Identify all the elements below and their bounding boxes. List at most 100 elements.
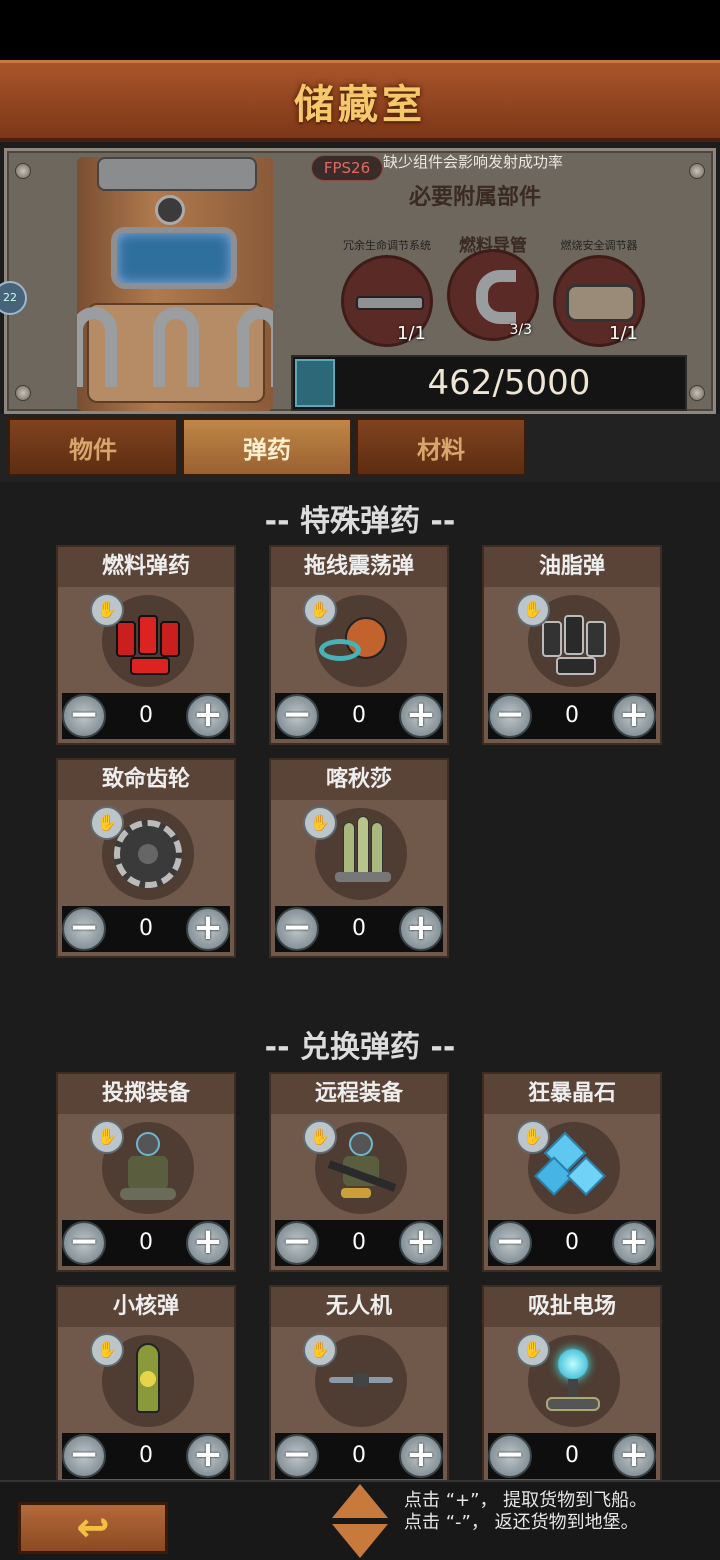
quantity-stepper: − 0 + — [488, 1220, 656, 1266]
section-exchange-ammo: -- 兑换弹药 -- — [264, 1030, 456, 1065]
capacity-text: 462/5000 — [427, 363, 591, 403]
quantity-stepper: − 0 + — [488, 1433, 656, 1479]
ammo-card: 投掷装备 ✋ − 0 + — [56, 1072, 236, 1272]
minus-button[interactable]: − — [275, 1221, 319, 1265]
lock-icon[interactable]: ✋ — [516, 593, 550, 627]
plus-button[interactable]: + — [612, 1434, 656, 1478]
required-parts-title: 必要附属部件 — [409, 185, 542, 210]
plus-button[interactable]: + — [186, 694, 230, 738]
lock-icon[interactable]: ✋ — [516, 1120, 550, 1154]
part-burn-regulator[interactable]: 燃烧安全调节器 1/1 — [549, 237, 649, 347]
ammo-name: 远程装备 — [271, 1074, 447, 1114]
status-bar — [0, 0, 720, 60]
quantity-value: 0 — [352, 916, 366, 941]
ammo-card: 狂暴晶石 ✋ − 0 + — [482, 1072, 662, 1272]
lock-icon[interactable]: ✋ — [90, 1120, 124, 1154]
quantity-value: 0 — [139, 1443, 153, 1468]
minus-button[interactable]: − — [275, 694, 319, 738]
plus-button[interactable]: + — [399, 907, 443, 951]
capacity-fill — [295, 359, 335, 407]
part-life-regulator[interactable]: 冗余生命调节系统 1/1 — [337, 237, 437, 347]
rocket-panel: 22 FPS26 缺少组件会影响发射成功率 必要附属部件 冗余生命调节系统 1/… — [0, 148, 716, 414]
screw-icon — [689, 385, 705, 401]
quantity-value: 0 — [352, 1443, 366, 1468]
minus-button[interactable]: − — [62, 1434, 106, 1478]
quantity-value: 0 — [565, 1443, 579, 1468]
ammo-card: 燃料弹药 ✋ − 0 + — [56, 545, 236, 745]
tab-bar: 物件 弹药 材料 — [0, 414, 720, 482]
capacity-bar: 462/5000 — [291, 355, 687, 411]
ammo-name: 狂暴晶石 — [484, 1074, 660, 1114]
back-button[interactable]: ↩ — [18, 1502, 168, 1554]
plus-button[interactable]: + — [612, 1221, 656, 1265]
lock-icon[interactable]: ✋ — [303, 1333, 337, 1367]
minus-button[interactable]: − — [488, 1434, 532, 1478]
screw-icon — [689, 163, 705, 179]
quantity-stepper: − 0 + — [488, 693, 656, 739]
ammo-card: 拖线震荡弹 ✋ − 0 + — [269, 545, 449, 745]
ammo-name: 吸扯电场 — [484, 1287, 660, 1327]
screw-icon — [15, 163, 31, 179]
rocket-tank-image — [77, 157, 273, 411]
launch-hint: 缺少组件会影响发射成功率 — [383, 153, 564, 171]
ammo-name: 喀秋莎 — [271, 760, 447, 800]
plus-button[interactable]: + — [399, 1434, 443, 1478]
quantity-stepper: − 0 + — [275, 1220, 443, 1266]
regulator-lid-icon — [566, 284, 636, 322]
tab-items[interactable]: 物件 — [8, 418, 178, 476]
elbow-pipe-icon — [476, 270, 516, 324]
tab-ammo[interactable]: 弹药 — [182, 418, 352, 476]
ammo-card: 远程装备 ✋ − 0 + — [269, 1072, 449, 1272]
minus-button[interactable]: − — [275, 907, 319, 951]
title-bar: 储藏室 — [0, 60, 720, 142]
scroll-arrows[interactable] — [332, 1484, 388, 1560]
part-count: 1/1 — [397, 323, 426, 344]
fps-counter: FPS26 — [311, 155, 383, 181]
ammo-card: 喀秋莎 ✋ − 0 + — [269, 758, 449, 958]
minus-button[interactable]: − — [488, 694, 532, 738]
minus-button[interactable]: − — [275, 1434, 319, 1478]
minus-button[interactable]: − — [62, 694, 106, 738]
plus-button[interactable]: + — [186, 907, 230, 951]
lock-icon[interactable]: ✋ — [90, 806, 124, 840]
quantity-value: 0 — [565, 703, 579, 728]
pipe-bar-icon — [356, 296, 424, 310]
plus-button[interactable]: + — [399, 694, 443, 738]
quantity-stepper: − 0 + — [275, 1433, 443, 1479]
quantity-value: 0 — [565, 1230, 579, 1255]
minus-button[interactable]: − — [62, 1221, 106, 1265]
side-badge[interactable]: 22 — [0, 281, 27, 315]
quantity-value: 0 — [352, 1230, 366, 1255]
quantity-value: 0 — [352, 703, 366, 728]
ammo-name: 无人机 — [271, 1287, 447, 1327]
section-special-ammo: -- 特殊弹药 -- — [264, 504, 456, 539]
arrow-up-icon[interactable] — [332, 1484, 388, 1518]
lock-icon[interactable]: ✋ — [90, 1333, 124, 1367]
lock-icon[interactable]: ✋ — [516, 1333, 550, 1367]
back-arrow-icon: ↩ — [76, 1505, 110, 1551]
minus-button[interactable]: − — [62, 907, 106, 951]
ammo-name: 油脂弹 — [484, 547, 660, 587]
quantity-stepper: − 0 + — [62, 1220, 230, 1266]
tab-materials[interactable]: 材料 — [356, 418, 526, 476]
ammo-name: 小核弹 — [58, 1287, 234, 1327]
lock-icon[interactable]: ✋ — [303, 806, 337, 840]
part-fuel-pipe[interactable]: 燃料导管 3/3 — [443, 236, 543, 341]
ammo-card: 致命齿轮 ✋ − 0 + — [56, 758, 236, 958]
plus-button[interactable]: + — [399, 1221, 443, 1265]
ammo-card: 油脂弹 ✋ − 0 + — [482, 545, 662, 745]
bottom-bar: ↩ 点击 “+”， 提取货物到飞船。 点击 “-”， 返还货物到地堡。 — [0, 1480, 720, 1560]
quantity-stepper: − 0 + — [62, 906, 230, 952]
plus-button[interactable]: + — [612, 694, 656, 738]
lock-icon[interactable]: ✋ — [303, 593, 337, 627]
ammo-name: 投掷装备 — [58, 1074, 234, 1114]
lock-icon[interactable]: ✋ — [90, 593, 124, 627]
arrow-down-icon[interactable] — [332, 1524, 388, 1558]
part-count: 1/1 — [609, 323, 638, 344]
lock-icon[interactable]: ✋ — [303, 1120, 337, 1154]
quantity-stepper: − 0 + — [62, 1433, 230, 1479]
ammo-card: 吸扯电场 ✋ − 0 + — [482, 1285, 662, 1485]
plus-button[interactable]: + — [186, 1434, 230, 1478]
minus-button[interactable]: − — [488, 1221, 532, 1265]
plus-button[interactable]: + — [186, 1221, 230, 1265]
